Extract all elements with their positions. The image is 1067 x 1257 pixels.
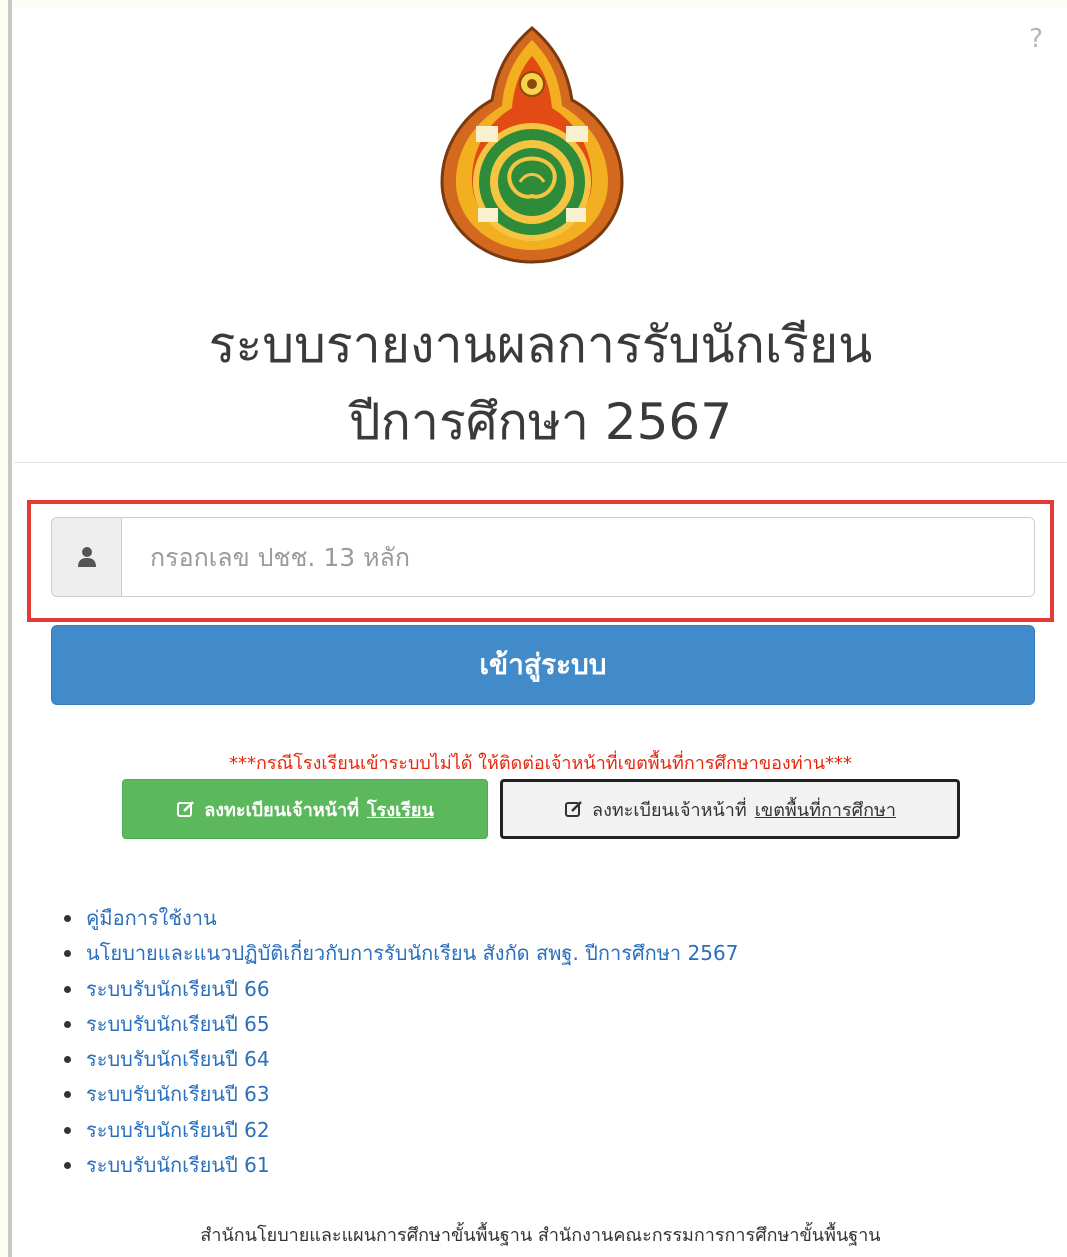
link-admission-63[interactable]: ระบบรับนักเรียนปี 63 [64, 1077, 738, 1112]
link-admission-policy[interactable]: นโยบายและแนวปฏิบัติเกี่ยวกับการรับนักเรี… [64, 936, 738, 971]
left-border [8, 0, 12, 1257]
register-area-prefix: ลงทะเบียนเจ้าหน้าที่ [592, 799, 747, 821]
citizen-id-input[interactable] [122, 518, 1034, 596]
link-admission-65[interactable]: ระบบรับนักเรียนปี 65 [64, 1007, 738, 1042]
login-panel: ? ระบบรายงานผลการรับนักเรียน ปีการศึกษา … [14, 8, 1067, 1257]
header-divider [14, 462, 1067, 463]
page-title: ระบบรายงานผลการรับนักเรียน [208, 316, 873, 374]
link-user-manual[interactable]: คู่มือการใช้งาน [64, 901, 738, 936]
page-subtitle: ปีการศึกษา 2567 [348, 393, 733, 451]
help-icon[interactable]: ? [1029, 24, 1043, 54]
footer-text: สำนักนโยบายและแผนการศึกษาขั้นพื้นฐาน สำน… [200, 1225, 881, 1246]
register-school-staff-button[interactable]: ลงทะเบียนเจ้าหน้าที่ โรงเรียน [122, 779, 488, 839]
login-button[interactable]: เข้าสู่ระบบ [51, 625, 1035, 705]
link-admission-66[interactable]: ระบบรับนักเรียนปี 66 [64, 972, 738, 1007]
resource-links-list: คู่มือการใช้งาน นโยบายและแนวปฏิบัติเกี่ย… [64, 901, 738, 1183]
register-school-link[interactable]: โรงเรียน [367, 795, 434, 824]
link-admission-61[interactable]: ระบบรับนักเรียนปี 61 [64, 1148, 738, 1183]
link-admission-64[interactable]: ระบบรับนักเรียนปี 64 [64, 1042, 738, 1077]
register-area-staff-button[interactable]: ลงทะเบียนเจ้าหน้าที่ เขตพื้นที่การศึกษา [500, 779, 960, 839]
id-input-group [51, 517, 1035, 597]
contact-notice: ***กรณีโรงเรียนเข้าระบบไม่ได้ ให้ติดต่อเ… [228, 753, 852, 774]
register-school-prefix: ลงทะเบียนเจ้าหน้าที่ [204, 799, 359, 821]
register-area-link[interactable]: เขตพื้นที่การศึกษา [755, 795, 896, 824]
edit-icon [565, 801, 582, 817]
edit-icon [177, 801, 195, 817]
obec-seal-logo [440, 26, 624, 264]
user-icon [52, 518, 122, 596]
link-admission-62[interactable]: ระบบรับนักเรียนปี 62 [64, 1113, 738, 1148]
